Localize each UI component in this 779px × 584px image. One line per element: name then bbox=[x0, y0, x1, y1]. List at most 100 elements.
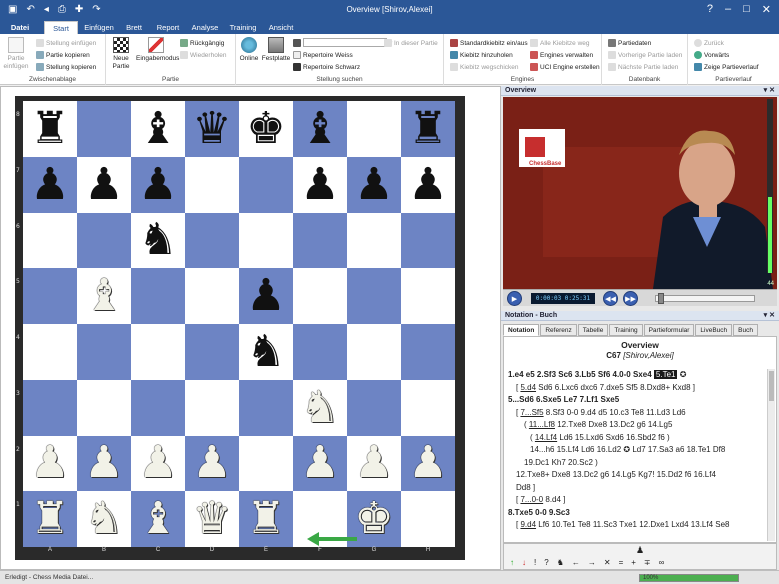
kiebitz-hinzuholen-button[interactable]: Kiebitz hinzuholen bbox=[450, 51, 513, 59]
square-b2[interactable]: ♟ bbox=[77, 435, 131, 492]
tab-training[interactable]: Training bbox=[609, 324, 643, 336]
video-frame[interactable]: ChessBase 44 bbox=[503, 97, 777, 289]
black-knight-icon[interactable]: ♞ bbox=[246, 329, 285, 374]
tab-training[interactable]: Training bbox=[228, 21, 258, 34]
square-e4[interactable]: ♞ bbox=[239, 324, 293, 380]
square-c2[interactable]: ♟ bbox=[131, 435, 185, 492]
notation-view[interactable]: Overview C67 [Shirov,Alexei] 1.e4 e5 2.S… bbox=[503, 336, 777, 543]
black-bishop-icon[interactable]: ♝ bbox=[138, 106, 177, 151]
white-pawn-icon[interactable]: ♟ bbox=[300, 441, 339, 485]
white-king-icon[interactable]: ♚ bbox=[354, 497, 393, 541]
scroll-thumb[interactable] bbox=[769, 371, 774, 401]
black-pawn-icon[interactable]: ♟ bbox=[84, 162, 123, 207]
square-c7[interactable]: ♟ bbox=[131, 156, 185, 213]
partie-einfuegen-button[interactable]: Partie einfügen bbox=[3, 37, 29, 71]
square-a4[interactable]: 4 bbox=[16, 324, 77, 380]
square-c1[interactable]: ♝ bbox=[131, 491, 185, 547]
maximize-icon[interactable]: □ bbox=[743, 3, 750, 16]
tab-start[interactable]: Start bbox=[44, 21, 78, 34]
seek-thumb[interactable] bbox=[658, 293, 664, 304]
repertoire-schwarz-button[interactable]: Repertoire Schwarz bbox=[293, 63, 360, 71]
tab-referenz[interactable]: Referenz bbox=[540, 324, 577, 336]
square-f5[interactable] bbox=[293, 268, 347, 324]
minus-icon[interactable]: ∓ bbox=[644, 558, 651, 567]
tab-datei[interactable]: Datei bbox=[6, 21, 34, 34]
white-pawn-icon[interactable]: ♟ bbox=[30, 441, 69, 485]
white-queen-icon[interactable]: ♛ bbox=[192, 497, 231, 541]
square-d8[interactable]: ♛ bbox=[185, 101, 239, 157]
tab-brett[interactable]: Brett bbox=[122, 21, 146, 34]
square-h2[interactable]: ♟ bbox=[401, 435, 455, 492]
volume-slider[interactable] bbox=[767, 99, 773, 273]
white-pawn-icon[interactable]: ♟ bbox=[408, 441, 447, 485]
square-d6[interactable] bbox=[185, 212, 239, 269]
white-bishop-icon[interactable]: ♝ bbox=[84, 274, 123, 318]
square-h8[interactable]: ♜ bbox=[401, 101, 455, 157]
square-h1[interactable] bbox=[401, 491, 455, 547]
square-f4[interactable] bbox=[293, 324, 347, 380]
square-g7[interactable]: ♟ bbox=[347, 156, 401, 213]
square-c5[interactable] bbox=[131, 268, 185, 324]
repertoire-select[interactable] bbox=[303, 38, 387, 47]
notation-scrollbar[interactable] bbox=[767, 369, 775, 541]
move-line[interactable]: [ 7...0-0 8.d4 ] bbox=[508, 494, 766, 507]
festplatte-button[interactable]: Festplatte bbox=[261, 37, 291, 63]
square-f8[interactable]: ♝ bbox=[293, 101, 347, 157]
zeige-partieverlauf-button[interactable]: Zeige Partieverlauf bbox=[694, 63, 759, 71]
square-b3[interactable] bbox=[77, 379, 131, 436]
black-king-icon[interactable]: ♚ bbox=[246, 106, 285, 151]
move-line[interactable]: 5...Sd6 6.Sxe5 Le7 7.Lf1 Sxe5 bbox=[508, 394, 766, 407]
black-pawn-icon[interactable]: ♟ bbox=[30, 162, 69, 207]
zurueck-button[interactable]: Zurück bbox=[694, 39, 724, 47]
arrow-right-icon[interactable]: → bbox=[588, 558, 596, 567]
vorwaerts-button[interactable]: Vorwärts bbox=[694, 51, 729, 59]
square-e3[interactable] bbox=[239, 379, 293, 436]
uci-engine-button[interactable]: UCI Engine erstellen bbox=[530, 63, 600, 71]
black-knight-icon[interactable]: ♞ bbox=[138, 218, 177, 262]
panel-buttons-2[interactable]: ▾ ✕ bbox=[764, 311, 775, 319]
square-h7[interactable]: ♟ bbox=[401, 156, 455, 213]
white-knight-icon[interactable]: ♞ bbox=[84, 497, 123, 541]
tab-einfuegen[interactable]: Einfügen bbox=[82, 21, 116, 34]
chess-board[interactable]: ♜ 8 ♝ ♛ ♚ ♝ ♜ ♟ 7 ♟ ♟ ♟ ♟ ♟ 6 ♞ 5 ♝ ♟ 4 ♞ 3 ♞ ♟ 2 ♟ ♟ ♟ ♟ ♟ ♟ ♜ 1 ♞ ♝ ♛ ♜ ♚ bbox=[16, 101, 455, 547]
black-pawn-icon[interactable]: ♟ bbox=[138, 162, 177, 207]
white-knight-icon[interactable]: ♞ bbox=[300, 385, 339, 430]
play-button[interactable]: ▶ bbox=[507, 291, 522, 306]
black-queen-icon[interactable]: ♛ bbox=[192, 106, 231, 151]
square-h4[interactable] bbox=[401, 324, 455, 380]
infinity-icon[interactable]: ∞ bbox=[659, 558, 665, 567]
square-g6[interactable] bbox=[347, 212, 401, 269]
square-g8[interactable] bbox=[347, 101, 401, 157]
square-h3[interactable] bbox=[401, 379, 455, 436]
tab-notation[interactable]: Notation bbox=[503, 324, 540, 336]
square-a7[interactable]: ♟ 7 bbox=[16, 156, 77, 213]
square-b7[interactable]: ♟ bbox=[77, 156, 131, 213]
square-a2[interactable]: ♟ 2 bbox=[16, 435, 77, 492]
black-pawn-icon[interactable]: ♟ bbox=[354, 162, 393, 207]
black-pawn-icon[interactable]: ♟ bbox=[246, 274, 285, 318]
square-h5[interactable] bbox=[401, 268, 455, 324]
square-a8[interactable]: ♜ 8 bbox=[16, 101, 77, 157]
white-pawn-icon[interactable]: ♟ bbox=[138, 441, 177, 485]
white-pawn-icon[interactable]: ♟ bbox=[192, 441, 231, 485]
rewind-button[interactable]: ◀◀ bbox=[603, 291, 618, 306]
square-f7[interactable]: ♟ bbox=[293, 156, 347, 213]
mark-icon[interactable]: ! bbox=[534, 558, 536, 567]
square-g2[interactable]: ♟ bbox=[347, 435, 401, 492]
eingabemodus-button[interactable]: Eingabemodus bbox=[136, 37, 179, 63]
minimize-icon[interactable]: – bbox=[725, 3, 731, 16]
move-line[interactable]: 19.Dc1 Kh7 20.Sc2 ) bbox=[508, 457, 766, 470]
square-e2[interactable] bbox=[239, 435, 293, 492]
tab-partieformular[interactable]: Partieformular bbox=[643, 324, 695, 336]
square-f3[interactable]: ♞ bbox=[293, 379, 347, 436]
square-a1[interactable]: ♜ 1 bbox=[16, 491, 77, 547]
move-list[interactable]: 1.e4 e5 2.Sf3 Sc6 3.Lb5 Sf6 4.0-0 Sxe4 5… bbox=[508, 369, 766, 532]
stellung-kopieren-button[interactable]: Stellung kopieren bbox=[36, 63, 96, 71]
tab-analyse[interactable]: Analyse bbox=[190, 21, 220, 34]
square-d4[interactable] bbox=[185, 324, 239, 380]
black-bishop-icon[interactable]: ♝ bbox=[300, 106, 339, 151]
move-line[interactable]: [ 9.d4 Lf6 10.Te1 Te8 11.Sc3 Txe1 12.Dxe… bbox=[508, 519, 766, 532]
move-line[interactable]: ( 11...Lf8 12.Txe8 Dxe8 13.Dc2 g6 14.Lg5 bbox=[508, 419, 766, 432]
square-h6[interactable] bbox=[401, 212, 455, 269]
online-button[interactable]: Online bbox=[238, 37, 260, 63]
